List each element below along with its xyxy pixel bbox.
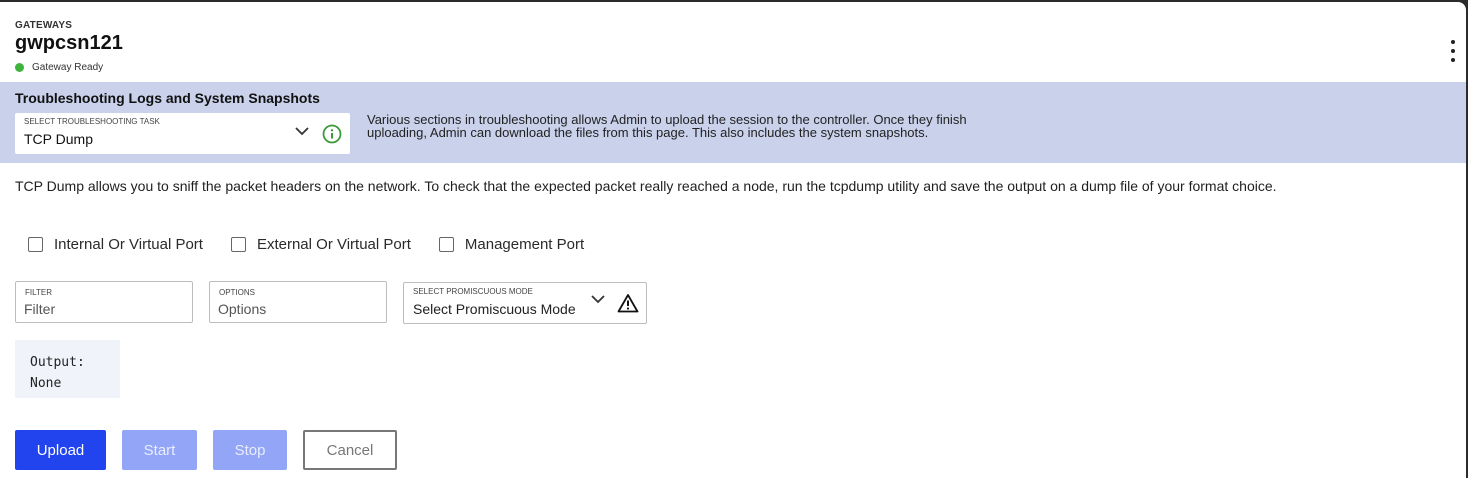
options-input[interactable] [218,301,378,317]
start-button[interactable]: Start [122,430,197,470]
checkbox-external-port[interactable]: External Or Virtual Port [230,236,411,253]
checkbox-label: External Or Virtual Port [256,236,411,253]
checkbox-management-port[interactable]: Management Port [438,236,585,253]
chevron-down-icon[interactable] [295,126,309,136]
info-icon[interactable] [322,124,342,144]
status-text: Gateway Ready [32,62,104,73]
options-field[interactable]: OPTIONS [209,281,387,323]
output-label: Output: [30,355,85,370]
stop-button[interactable]: Stop [213,430,287,470]
troubleshooting-task-select[interactable]: SELECT TROUBLESHOOTING TASK TCP Dump [15,113,350,154]
section-description: Various sections in troubleshooting allo… [367,112,967,140]
warning-icon [617,294,639,313]
kebab-menu-icon[interactable] [1447,40,1459,62]
checkbox-internal-port[interactable]: Internal Or Virtual Port [28,236,203,253]
checkbox-label: Management Port [464,236,585,253]
checkbox-box[interactable] [28,237,43,252]
promiscuous-value: Select Promiscuous Mode [413,301,576,317]
checkbox-label: Internal Or Virtual Port [54,236,203,253]
chevron-down-icon[interactable] [591,294,605,304]
output-value: None [30,376,62,391]
tcpdump-intro: TCP Dump allows you to sniff the packet … [15,178,1277,194]
promiscuous-mode-select[interactable]: SELECT PROMISCUOUS MODE Select Promiscuo… [403,282,647,324]
port-checkboxes: Internal Or Virtual Port External Or Vir… [28,236,612,253]
filter-label: FILTER [25,288,52,297]
status-dot-icon [15,63,24,72]
promiscuous-label: SELECT PROMISCUOUS MODE [413,287,533,296]
filter-input[interactable] [24,301,184,317]
cancel-button[interactable]: Cancel [303,430,397,470]
status-indicator: Gateway Ready [15,62,103,73]
upload-button[interactable]: Upload [15,430,106,470]
task-select-label: SELECT TROUBLESHOOTING TASK [24,117,160,126]
filter-field[interactable]: FILTER [15,281,193,323]
task-select-value: TCP Dump [24,131,93,147]
checkbox-box[interactable] [230,237,246,252]
checkbox-box[interactable] [438,237,454,252]
options-label: OPTIONS [219,288,256,297]
breadcrumb[interactable]: GATEWAYS [15,20,72,31]
output-box: Output: None [15,340,120,398]
section-title: Troubleshooting Logs and System Snapshot… [15,90,320,106]
page-title: gwpcsn121 [15,32,123,54]
troubleshooting-band: Troubleshooting Logs and System Snapshot… [0,82,1466,163]
gateway-panel: GATEWAYS gwpcsn121 Gateway Ready Trouble… [0,2,1466,478]
page-header: GATEWAYS gwpcsn121 Gateway Ready [15,2,1455,82]
